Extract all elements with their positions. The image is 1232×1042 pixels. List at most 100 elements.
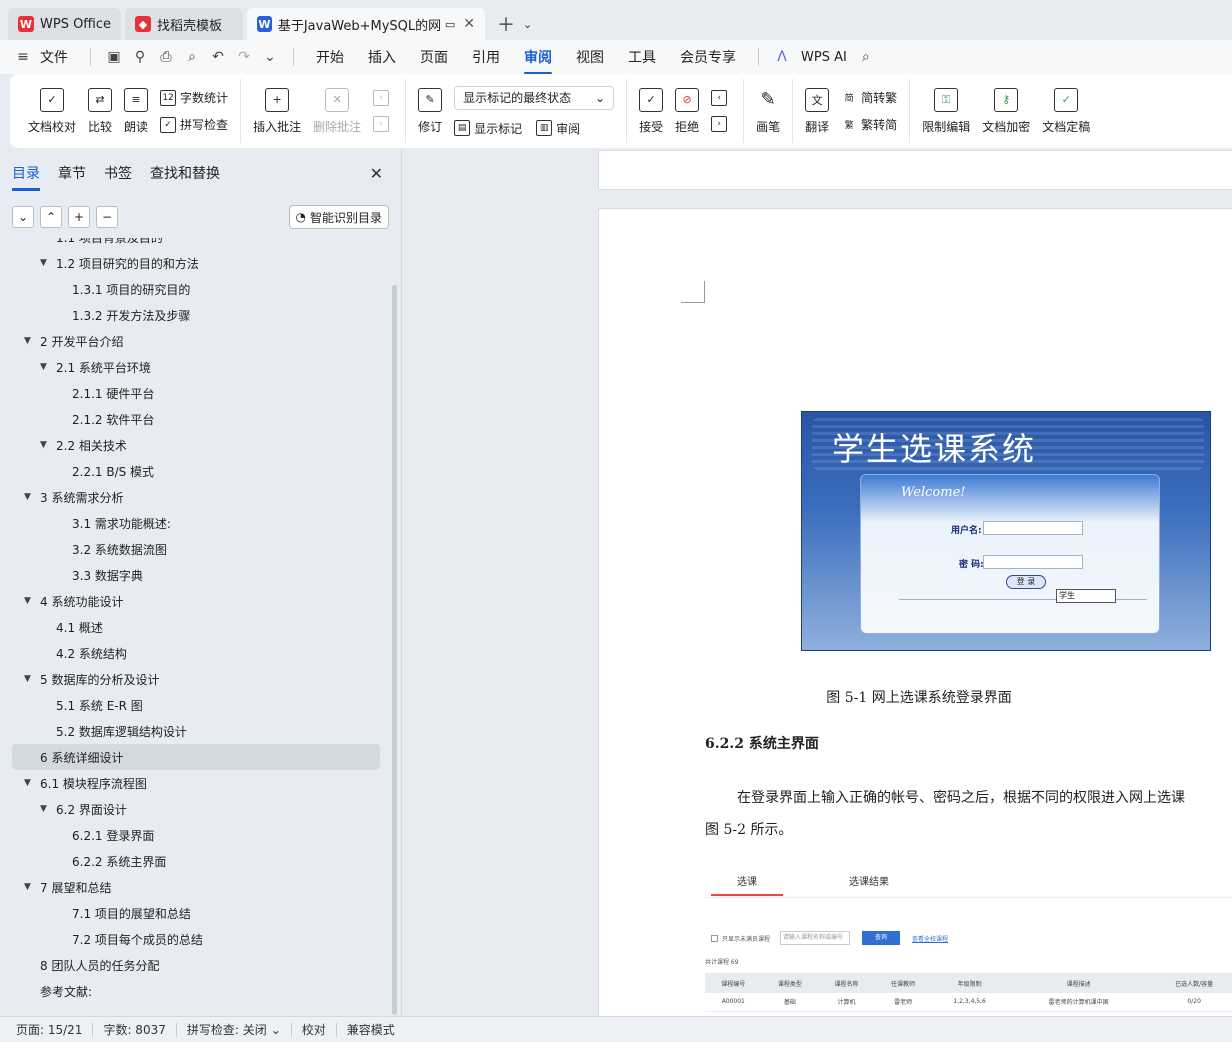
toc-item[interactable]: 3.3 数据字典 xyxy=(0,562,392,588)
menu-references[interactable]: 引用 xyxy=(460,47,512,67)
toc-item[interactable]: ▼ 5 数据库的分析及设计 xyxy=(0,666,392,692)
undo-icon[interactable]: ↶ xyxy=(207,46,229,68)
toc-item[interactable]: ▼ 3 系统需求分析 xyxy=(0,484,392,510)
delete-comment-button[interactable]: ✕ 删除批注 xyxy=(307,79,367,143)
toc-item[interactable]: 1.1 项目背景及目的 xyxy=(0,238,392,250)
toc-item[interactable]: ▼ 1.2 项目研究的目的和方法 xyxy=(0,250,392,276)
translate-button[interactable]: 文翻译 xyxy=(799,79,835,143)
word-count-button[interactable]: 12 字数统计 xyxy=(160,89,228,106)
chevron-down-icon[interactable]: ⌄ xyxy=(271,1023,281,1037)
menu-membership[interactable]: 会员专享 xyxy=(668,47,748,67)
toc-item[interactable]: 4.2 系统结构 xyxy=(0,640,392,666)
collapse-up-icon[interactable]: ⌃ xyxy=(40,206,62,228)
insert-comment-button[interactable]: + 插入批注 xyxy=(247,79,307,143)
spell-check-button[interactable]: ✓ 拼写检查 xyxy=(160,116,228,133)
restrict-edit-button[interactable]: ⚿ 限制编辑 xyxy=(916,79,976,143)
toc-item[interactable]: ▼ 7 展望和总结 xyxy=(0,874,392,900)
proofread-indicator[interactable]: 校对 xyxy=(302,1021,326,1038)
remove-heading-icon[interactable]: − xyxy=(96,206,118,228)
toc-item[interactable]: 4.1 概述 xyxy=(0,614,392,640)
tab-chapters[interactable]: 章节 xyxy=(58,163,86,183)
prev-comment-button[interactable]: ‹ xyxy=(373,90,393,106)
spell-check-indicator[interactable]: 拼写检查: 关闭 xyxy=(187,1021,267,1038)
toc-item[interactable]: 参考文献: xyxy=(0,978,392,1004)
toc-item[interactable]: ▼ 6.2 界面设计 xyxy=(0,796,392,822)
tab-wps-office[interactable]: W WPS Office xyxy=(8,8,122,40)
menu-home[interactable]: 开始 xyxy=(304,47,356,67)
revise-button[interactable]: ✎ 修订 xyxy=(412,79,448,143)
chevron-down-icon[interactable]: ⌄ xyxy=(259,46,281,68)
toc-item[interactable]: ▼ 2.1 系统平台环境 xyxy=(0,354,392,380)
brush-button[interactable]: ✎ 画笔 xyxy=(750,79,786,143)
toc-item[interactable]: 7.1 项目的展望和总结 xyxy=(0,900,392,926)
triangle-down-icon[interactable]: ▼ xyxy=(24,336,36,346)
toc-item[interactable]: 2.1.2 软件平台 xyxy=(0,406,392,432)
tab-docer[interactable]: ◆ 找稻壳模板 xyxy=(125,8,244,40)
toc-item[interactable]: ▼ 4 系统功能设计 xyxy=(0,588,392,614)
print-preview-icon[interactable]: ⌕ xyxy=(181,46,203,68)
menu-tools[interactable]: 工具 xyxy=(616,47,668,67)
menu-view[interactable]: 视图 xyxy=(564,47,616,67)
toc-item[interactable]: 2.2.1 B/S 模式 xyxy=(0,458,392,484)
document-page[interactable]: 学生选课系统 Welcome! 用户名: 密 码: 登 录 学生 图 5-1 网… xyxy=(598,208,1232,1016)
markup-state-dropdown[interactable]: 显示标记的最终状态 ⌄ xyxy=(454,85,615,110)
doc-check-button[interactable]: ✓ 文档校对 xyxy=(22,79,82,143)
triangle-down-icon[interactable]: ▼ xyxy=(40,258,52,268)
menu-review[interactable]: 审阅 xyxy=(512,47,564,75)
triangle-down-icon[interactable]: ▼ xyxy=(24,882,36,892)
expand-down-icon[interactable]: ⌄ xyxy=(12,206,34,228)
toc-item[interactable]: ▼ 2.2 相关技术 xyxy=(0,432,392,458)
print-icon[interactable]: ⎙ xyxy=(155,46,177,68)
triangle-down-icon[interactable]: ▼ xyxy=(24,674,36,684)
monitor-icon[interactable]: ▭ xyxy=(445,18,455,31)
to-simplified-button[interactable]: 繁繁转简 xyxy=(841,116,898,133)
toc-item[interactable]: 2.1.1 硬件平台 xyxy=(0,380,392,406)
tab-document[interactable]: W 基于JavaWeb+MySQL的网上 ▭ ✕ xyxy=(247,8,486,40)
chevron-down-icon[interactable]: ⌄ xyxy=(523,8,540,40)
menu-file[interactable]: 文件 xyxy=(36,47,80,67)
triangle-down-icon[interactable]: ▼ xyxy=(40,362,52,372)
word-count-indicator[interactable]: 字数: 8037 xyxy=(103,1021,165,1038)
toc-item[interactable]: ▼ 6.1 模块程序流程图 xyxy=(0,770,392,796)
new-tab-button[interactable]: ＋ xyxy=(489,8,523,40)
toc-item[interactable]: 5.2 数据库逻辑结构设计 xyxy=(0,718,392,744)
toc-item[interactable]: 6 系统详细设计 xyxy=(12,744,380,770)
next-change-button[interactable]: › xyxy=(711,116,731,132)
review-pane-button[interactable]: ▥ 审阅 xyxy=(536,120,580,137)
show-markup-button[interactable]: ▤ 显示标记 xyxy=(454,120,522,137)
share-icon[interactable]: ⚲ xyxy=(129,46,151,68)
read-aloud-button[interactable]: ≡ 朗读 xyxy=(118,79,154,143)
toc-item[interactable]: 6.2.2 系统主界面 xyxy=(0,848,392,874)
toc-item[interactable]: 1.3.2 开发方法及步骤 xyxy=(0,302,392,328)
add-heading-icon[interactable]: + xyxy=(68,206,90,228)
prev-change-button[interactable]: ‹ xyxy=(711,90,731,106)
triangle-down-icon[interactable]: ▼ xyxy=(24,596,36,606)
close-icon[interactable]: ✕ xyxy=(463,16,475,32)
redo-icon[interactable]: ↷ xyxy=(233,46,255,68)
menu-wps-ai[interactable]: WPS AI xyxy=(795,50,853,65)
smart-toc-button[interactable]: ◔ 智能识别目录 xyxy=(288,205,389,229)
tab-find-replace[interactable]: 查找和替换 xyxy=(150,163,220,183)
search-icon[interactable]: ⌕ xyxy=(855,46,877,68)
tab-toc[interactable]: 目录 xyxy=(12,163,40,191)
save-icon[interactable]: ▣ xyxy=(103,46,125,68)
triangle-down-icon[interactable]: ▼ xyxy=(40,440,52,450)
triangle-down-icon[interactable]: ▼ xyxy=(40,804,52,814)
toc-item[interactable]: 3.1 需求功能概述: xyxy=(0,510,392,536)
next-comment-button[interactable]: › xyxy=(373,116,393,132)
to-traditional-button[interactable]: 简简转繁 xyxy=(841,89,898,106)
compare-button[interactable]: ⇄ 比较 xyxy=(82,79,118,143)
hamburger-icon[interactable]: ≡ xyxy=(12,46,34,68)
reject-button[interactable]: ⊘ 拒绝 xyxy=(669,79,705,143)
encrypt-button[interactable]: ⚷ 文档加密 xyxy=(976,79,1036,143)
toc-item[interactable]: 8 团队人员的任务分配 xyxy=(0,952,392,978)
menu-insert[interactable]: 插入 xyxy=(356,47,408,67)
toc-item[interactable]: 5.1 系统 E-R 图 xyxy=(0,692,392,718)
toc-item[interactable]: 6.2.1 登录界面 xyxy=(0,822,392,848)
close-icon[interactable]: ✕ xyxy=(370,164,383,183)
toc-item[interactable]: 7.2 项目每个成员的总结 xyxy=(0,926,392,952)
page-indicator[interactable]: 页面: 15/21 xyxy=(16,1021,82,1038)
triangle-down-icon[interactable]: ▼ xyxy=(24,778,36,788)
triangle-down-icon[interactable]: ▼ xyxy=(24,492,36,502)
accept-button[interactable]: ✓ 接受 xyxy=(633,79,669,143)
